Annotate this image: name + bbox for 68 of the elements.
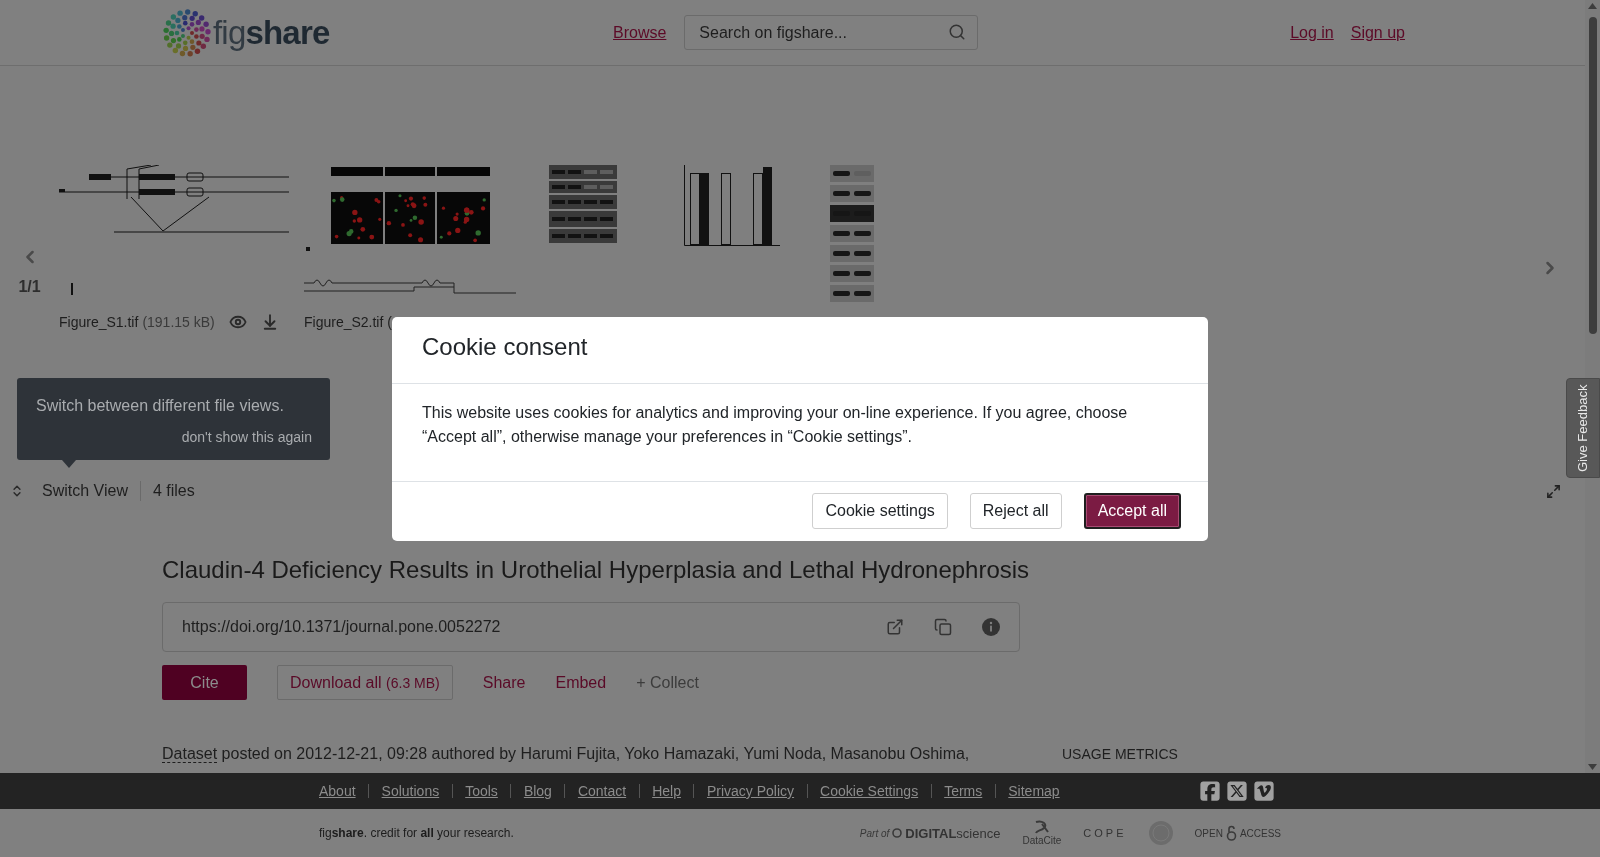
dialog-button[interactable]: Accept all bbox=[1083, 493, 1181, 529]
partner-prefix-text: Part of bbox=[859, 827, 890, 839]
x-icon[interactable] bbox=[1226, 780, 1248, 802]
open-lock-icon bbox=[1225, 825, 1237, 841]
footer-link[interactable]: Privacy Policy bbox=[706, 783, 795, 799]
account-link[interactable]: Sign up bbox=[1350, 23, 1405, 42]
eye-icon[interactable] bbox=[228, 313, 247, 331]
share-button[interactable]: Share bbox=[482, 673, 526, 692]
footer-link[interactable]: About bbox=[319, 783, 356, 799]
footer-link[interactable]: Help bbox=[652, 783, 681, 799]
search-field[interactable]: Search on figshare... bbox=[684, 15, 979, 50]
caret-up-icon[interactable] bbox=[1588, 3, 1597, 9]
logo-text[interactable]: figshare bbox=[213, 12, 330, 53]
dialog-button[interactable]: Cookie settings bbox=[812, 493, 948, 529]
copy-icon[interactable] bbox=[934, 618, 952, 636]
partner-logo-text[interactable]: OPEN bbox=[1194, 827, 1223, 839]
dialog-title: Cookie consent bbox=[422, 332, 588, 361]
vimeo-icon[interactable] bbox=[1253, 780, 1275, 802]
browse-link[interactable]: Browse bbox=[613, 23, 667, 42]
footer-link[interactable]: Blog bbox=[523, 783, 552, 799]
usage-metrics-heading: USAGE METRICS bbox=[1062, 746, 1178, 762]
footer-link[interactable]: Contact bbox=[577, 783, 627, 799]
chevrons-up-down-icon[interactable] bbox=[10, 484, 24, 498]
expand-icon[interactable] bbox=[1546, 483, 1561, 499]
scrollbar-thumb[interactable] bbox=[1588, 17, 1597, 334]
footer-link[interactable]: Cookie Settings bbox=[820, 783, 919, 799]
footer-link[interactable]: Solutions bbox=[381, 783, 440, 799]
collect-button[interactable]: + Collect bbox=[636, 673, 699, 692]
page-indicator: 1/1 bbox=[18, 277, 41, 297]
chart-bar bbox=[721, 173, 731, 245]
logo-icon[interactable] bbox=[163, 8, 211, 57]
dataset-link[interactable]: Dataset bbox=[162, 745, 218, 763]
info-icon[interactable] bbox=[982, 618, 1000, 636]
chart-bar bbox=[700, 173, 709, 245]
feedback-tab[interactable]: Give Feedback bbox=[1566, 378, 1600, 478]
cite-button[interactable]: Cite bbox=[162, 665, 247, 700]
swoosh-logo-icon bbox=[1033, 820, 1050, 834]
download-all-button[interactable]: Download all (6.3 MB) bbox=[277, 665, 453, 700]
western-blot-drawing[interactable] bbox=[830, 165, 874, 305]
doi-url: https://doi.org/10.1371/journal.pone.0052272 bbox=[182, 618, 502, 636]
footer-link[interactable]: Tools bbox=[465, 783, 498, 799]
account-link[interactable]: Log in bbox=[1290, 23, 1334, 42]
tooltip-text: Switch between different file views. bbox=[36, 396, 285, 416]
dismiss-link[interactable]: don't show this again bbox=[181, 428, 312, 446]
switch-view-button[interactable]: Switch View bbox=[10, 482, 128, 500]
footer-link[interactable]: Terms bbox=[944, 783, 983, 799]
external-link-icon[interactable] bbox=[886, 618, 904, 636]
partner-logo-text[interactable]: ACCESS bbox=[1239, 827, 1281, 839]
dialog-message: This website uses cookies for analytics and improving your on-line experience. If you agree, choose “Accept all”, otherwise manage your preferences in “Cookie settings”. bbox=[422, 402, 1129, 447]
ring-logo-icon bbox=[892, 828, 903, 838]
embed-button[interactable]: Embed bbox=[555, 673, 607, 692]
footer-link[interactable]: Sitemap bbox=[1008, 783, 1060, 799]
article-title: Claudin-4 Deficiency Results in Urothelial Hyperplasia and Lethal Hydronephrosis bbox=[162, 556, 1030, 584]
file-name: Figure_S2.tif ( bbox=[304, 314, 392, 330]
file-count: 4 files bbox=[152, 482, 195, 500]
partner-logo-text[interactable]: DataCite bbox=[1022, 835, 1062, 846]
tagline: figshare. credit for all your research. bbox=[319, 826, 514, 840]
caret-down-icon[interactable] bbox=[1588, 764, 1597, 770]
chart-bar bbox=[753, 173, 763, 245]
dialog-button[interactable]: Reject all bbox=[969, 493, 1062, 529]
search-icon[interactable] bbox=[948, 23, 967, 41]
partner-logo-text[interactable]: COPE bbox=[1083, 827, 1127, 839]
posted-by-text: Dataset posted on 2012-12-21, 09:28 authored by Harumi Fujita, Yoko Hamazaki, Yumi Noda, Masanobu Oshima, bbox=[162, 745, 970, 763]
facebook-icon[interactable] bbox=[1199, 780, 1221, 802]
file-name: Figure_S1.tif bbox=[59, 314, 139, 330]
chart-bar bbox=[690, 173, 700, 245]
file-size: (191.15 kB) bbox=[142, 314, 215, 330]
partner-logo-text[interactable]: DIGITALscience bbox=[905, 825, 1001, 841]
